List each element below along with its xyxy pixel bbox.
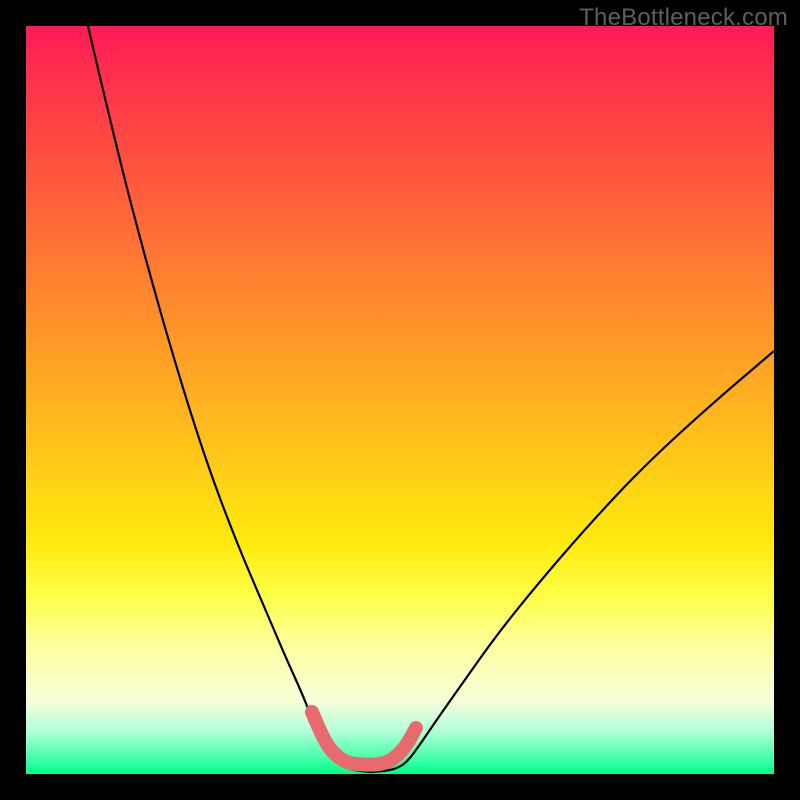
watermark-text: TheBottleneck.com bbox=[579, 4, 788, 32]
chart-area bbox=[26, 26, 774, 774]
